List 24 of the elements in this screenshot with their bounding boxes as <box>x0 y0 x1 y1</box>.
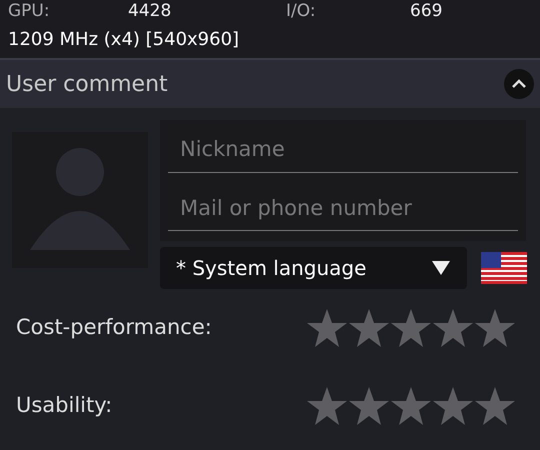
language-dropdown[interactable]: * System language <box>160 247 467 289</box>
star-icon[interactable] <box>474 308 516 348</box>
star-icon[interactable] <box>390 308 432 348</box>
nickname-field[interactable]: Nickname <box>160 120 526 180</box>
star-icon[interactable] <box>474 386 516 426</box>
star-icon[interactable] <box>390 386 432 426</box>
star-icon[interactable] <box>348 386 390 426</box>
spec-label: GPU: <box>8 0 51 23</box>
collapse-button[interactable] <box>504 69 534 99</box>
flag-icon <box>481 252 527 284</box>
chevron-up-icon <box>511 79 527 89</box>
star-icon[interactable] <box>306 308 348 348</box>
star-icon[interactable] <box>432 308 474 348</box>
rating-label: Usability: <box>16 392 112 420</box>
star-icon[interactable] <box>348 308 390 348</box>
contact-field[interactable]: Mail or phone number <box>160 180 526 241</box>
spec-value: 669 <box>410 0 444 23</box>
dropdown-arrow-icon <box>431 260 451 276</box>
section-title: User comment <box>6 70 168 98</box>
rating-label: Cost-performance: <box>16 314 212 342</box>
spec-value: 4428 <box>128 0 172 23</box>
spec-label: I/O: <box>286 0 317 23</box>
star-icon[interactable] <box>306 386 348 426</box>
star-icon[interactable] <box>432 386 474 426</box>
